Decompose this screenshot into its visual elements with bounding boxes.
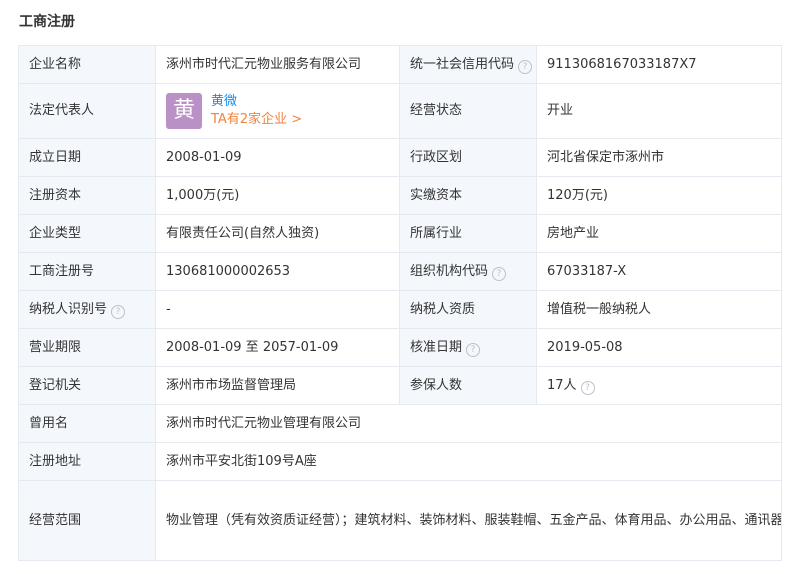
org-code-value: 67033187-X — [536, 252, 782, 291]
legal-rep-name-link[interactable]: 黄微 — [211, 93, 302, 111]
credit-code-value: 9113068167033187X7 — [536, 45, 782, 84]
company-name-label: 企业名称 — [18, 45, 156, 84]
credit-code-label: 统一社会信用代码 — [410, 56, 515, 72]
reg-number-value: 130681000002653 — [155, 252, 400, 291]
address-label: 注册地址 — [18, 442, 156, 481]
question-circle-icon[interactable]: ? — [492, 266, 507, 281]
approval-date-label: 核准日期 — [410, 339, 463, 355]
status-value: 开业 — [536, 83, 782, 139]
table-row: 工商注册号 130681000002653 组织机构代码? 67033187-X — [18, 252, 782, 291]
credit-code-label-cell: 统一社会信用代码? — [399, 45, 537, 84]
taxpayer-qual-label: 纳税人资质 — [399, 290, 537, 329]
table-row: 法定代表人 黄 黄微 TA有2家企业 > 经营状态 开业 — [18, 83, 782, 139]
address-value: 涿州市平安北街109号A座 — [155, 442, 782, 481]
reg-capital-value: 1,000万(元) — [155, 176, 400, 215]
former-name-value: 涿州市时代汇元物业管理有限公司 — [155, 404, 782, 443]
business-term-label: 营业期限 — [18, 328, 156, 367]
question-circle-icon[interactable]: ? — [111, 304, 126, 319]
question-circle-icon[interactable]: ? — [580, 380, 595, 395]
approval-date-value: 2019-05-08 — [536, 328, 782, 367]
table-row: 登记机关 涿州市市场监督管理局 参保人数 17人? — [18, 366, 782, 405]
question-circle-icon[interactable]: ? — [518, 59, 533, 74]
taxpayer-id-label-cell: 纳税人识别号? — [18, 290, 156, 329]
org-code-label-cell: 组织机构代码? — [399, 252, 537, 291]
legal-rep-info: 黄微 TA有2家企业 > — [211, 93, 302, 129]
status-label: 经营状态 — [399, 83, 537, 139]
insured-value: 17人 — [547, 377, 577, 393]
former-name-label: 曾用名 — [18, 404, 156, 443]
taxpayer-qual-value: 增值税一般纳税人 — [536, 290, 782, 329]
business-term-value: 2008-01-09 至 2057-01-09 — [155, 328, 400, 367]
insured-value-cell: 17人? — [536, 366, 782, 405]
registration-table: 企业名称 涿州市时代汇元物业服务有限公司 统一社会信用代码? 911306816… — [18, 45, 782, 561]
section-title: 工商注册 — [19, 14, 75, 30]
business-registration-panel: 工商注册 企业名称 涿州市时代汇元物业服务有限公司 统一社会信用代码? 9113… — [0, 0, 800, 574]
approval-date-label-cell: 核准日期? — [399, 328, 537, 367]
scope-value: 物业管理（凭有效资质证经营）；建筑材料、装饰材料、服装鞋帽、五金产品、体育用品、… — [155, 480, 782, 561]
taxpayer-id-label: 纳税人识别号 — [29, 301, 108, 317]
table-row: 经营范围 物业管理（凭有效资质证经营）；建筑材料、装饰材料、服装鞋帽、五金产品、… — [18, 480, 782, 561]
company-type-value: 有限责任公司(自然人独资) — [155, 214, 400, 253]
insured-label: 参保人数 — [399, 366, 537, 405]
taxpayer-id-value: - — [155, 290, 400, 329]
industry-label: 所属行业 — [399, 214, 537, 253]
company-name-value: 涿州市时代汇元物业服务有限公司 — [155, 45, 400, 84]
table-row: 曾用名 涿州市时代汇元物业管理有限公司 — [18, 404, 782, 443]
paid-capital-value: 120万(元) — [536, 176, 782, 215]
reg-number-label: 工商注册号 — [18, 252, 156, 291]
authority-label: 登记机关 — [18, 366, 156, 405]
established-label: 成立日期 — [18, 138, 156, 177]
established-value: 2008-01-09 — [155, 138, 400, 177]
scope-label: 经营范围 — [18, 480, 156, 561]
question-circle-icon[interactable]: ? — [466, 342, 481, 357]
table-row: 营业期限 2008-01-09 至 2057-01-09 核准日期? 2019-… — [18, 328, 782, 367]
legal-rep: 黄 黄微 TA有2家企业 > — [166, 93, 389, 129]
avatar[interactable]: 黄 — [166, 93, 202, 129]
paid-capital-label: 实缴资本 — [399, 176, 537, 215]
table-row: 企业类型 有限责任公司(自然人独资) 所属行业 房地产业 — [18, 214, 782, 253]
org-code-label: 组织机构代码 — [410, 263, 489, 279]
table-row: 成立日期 2008-01-09 行政区划 河北省保定市涿州市 — [18, 138, 782, 177]
legal-rep-cell: 黄 黄微 TA有2家企业 > — [155, 83, 400, 139]
table-row: 纳税人识别号? - 纳税人资质 增值税一般纳税人 — [18, 290, 782, 329]
industry-value: 房地产业 — [536, 214, 782, 253]
authority-value: 涿州市市场监督管理局 — [155, 366, 400, 405]
table-row: 企业名称 涿州市时代汇元物业服务有限公司 统一社会信用代码? 911306816… — [18, 45, 782, 84]
legal-rep-label: 法定代表人 — [18, 83, 156, 139]
related-companies-link[interactable]: TA有2家企业 > — [211, 111, 302, 129]
table-row: 注册地址 涿州市平安北街109号A座 — [18, 442, 782, 481]
table-row: 注册资本 1,000万(元) 实缴资本 120万(元) — [18, 176, 782, 215]
region-label: 行政区划 — [399, 138, 537, 177]
region-value: 河北省保定市涿州市 — [536, 138, 782, 177]
reg-capital-label: 注册资本 — [18, 176, 156, 215]
company-type-label: 企业类型 — [18, 214, 156, 253]
